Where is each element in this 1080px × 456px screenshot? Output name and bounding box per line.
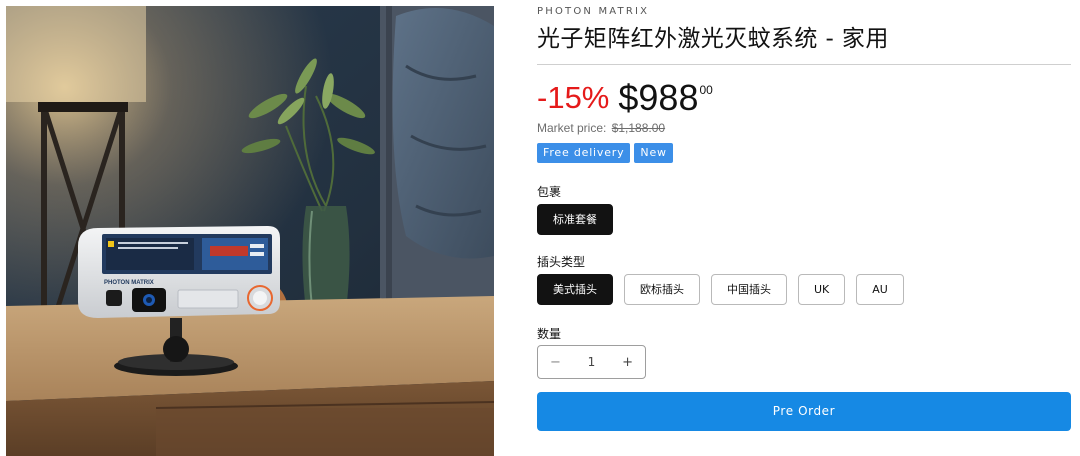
plug-option-uk[interactable]: UK	[798, 274, 846, 305]
plug-option-us[interactable]: 美式插头	[537, 274, 613, 305]
plug-type-label: 插头类型	[537, 255, 586, 269]
quantity-increase-button[interactable]: +	[622, 355, 633, 370]
svg-text:PHOTON MATRIX: PHOTON MATRIX	[104, 280, 154, 286]
market-price-label: Market price:	[537, 121, 607, 135]
price-row: -15% $988 00	[537, 78, 713, 118]
quantity-decrease-button[interactable]: −	[550, 355, 561, 370]
product-info: PHOTON MATRIX 光子矩阵红外激光灭蚊系统 - 家用 -15% $98…	[537, 0, 1071, 456]
market-price-value: $1,188.00	[611, 121, 666, 135]
plug-option-au[interactable]: AU	[856, 274, 904, 305]
quantity-label: 数量	[537, 327, 562, 341]
plug-option-cn[interactable]: 中国插头	[711, 274, 787, 305]
quantity-stepper: − 1 +	[537, 345, 646, 379]
market-price: Market price: $1,188.00	[537, 121, 665, 135]
discount-percent: -15%	[537, 80, 610, 115]
sale-price-cents: 00	[699, 83, 713, 97]
product-image[interactable]: PHOTON MATRIX	[6, 6, 494, 456]
plug-type-options: 美式插头 欧标插头 中国插头 UK AU	[537, 274, 904, 305]
new-badge: New	[634, 143, 673, 163]
package-option-standard[interactable]: 标准套餐	[537, 204, 613, 235]
product-photo: PHOTON MATRIX	[6, 6, 494, 456]
title-divider	[537, 64, 1071, 65]
sale-price: $988	[618, 77, 699, 118]
pre-order-button[interactable]: Pre Order	[537, 392, 1071, 431]
package-options: 标准套餐	[537, 204, 613, 235]
product-title: 光子矩阵红外激光灭蚊系统 - 家用	[537, 26, 889, 52]
laser-device: PHOTON MATRIX	[78, 226, 280, 318]
vendor-name: PHOTON MATRIX	[537, 6, 650, 17]
free-delivery-badge: Free delivery	[537, 143, 631, 163]
package-label: 包裹	[537, 185, 562, 199]
plug-option-eu[interactable]: 欧标插头	[624, 274, 700, 305]
badge-row: Free delivery New	[537, 143, 673, 163]
quantity-input[interactable]: 1	[588, 355, 596, 369]
